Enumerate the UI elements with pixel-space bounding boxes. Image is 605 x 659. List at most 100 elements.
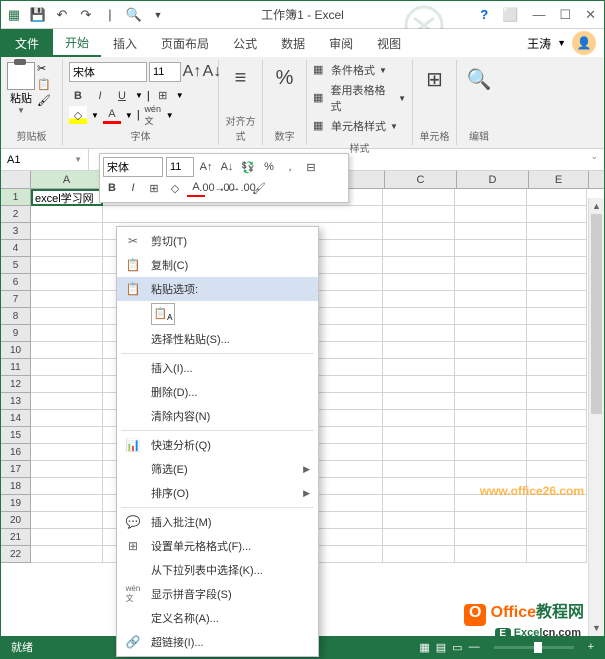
- ctx-insert[interactable]: 插入(I)...: [117, 356, 318, 380]
- cell-e7[interactable]: [527, 291, 587, 308]
- row-header-10[interactable]: 10: [1, 342, 31, 359]
- cell-d15[interactable]: [455, 427, 527, 444]
- cell-a6[interactable]: [31, 274, 103, 291]
- cell-e3[interactable]: [527, 223, 587, 240]
- find-icon[interactable]: 🔍: [467, 67, 492, 92]
- view-normal-icon[interactable]: ▦: [419, 641, 429, 654]
- cell-a18[interactable]: [31, 478, 103, 495]
- row-header-1[interactable]: 1: [1, 189, 31, 206]
- cell-e21[interactable]: [527, 529, 587, 546]
- ctx-copy[interactable]: 📋复制(C): [117, 253, 318, 277]
- row-header-6[interactable]: 6: [1, 274, 31, 291]
- mini-accounting-icon[interactable]: 💱: [239, 158, 257, 176]
- row-header-9[interactable]: 9: [1, 325, 31, 342]
- cell-a13[interactable]: [31, 393, 103, 410]
- cell-e2[interactable]: [527, 206, 587, 223]
- cell-a5[interactable]: [31, 257, 103, 274]
- cell-e4[interactable]: [527, 240, 587, 257]
- mini-merge-icon[interactable]: ⊟: [302, 158, 320, 176]
- cell-d7[interactable]: [455, 291, 527, 308]
- cell-e11[interactable]: [527, 359, 587, 376]
- mini-border-button[interactable]: ⊞: [145, 179, 163, 197]
- ctx-pick-from-list[interactable]: 从下拉列表中选择(K)...: [117, 558, 318, 582]
- row-header-8[interactable]: 8: [1, 308, 31, 325]
- row-header-2[interactable]: 2: [1, 206, 31, 223]
- increase-font-icon[interactable]: A↑: [183, 63, 201, 81]
- col-header-a[interactable]: A: [31, 171, 103, 188]
- row-header-20[interactable]: 20: [1, 512, 31, 529]
- copy-icon[interactable]: 📋: [37, 78, 51, 91]
- scroll-up-icon[interactable]: ▲: [589, 198, 604, 214]
- cell-d12[interactable]: [455, 376, 527, 393]
- cell-a1[interactable]: excel学习网: [31, 189, 103, 206]
- cell-d11[interactable]: [455, 359, 527, 376]
- col-header-c[interactable]: C: [385, 171, 457, 188]
- cell-e10[interactable]: [527, 342, 587, 359]
- zoom-out-icon[interactable]: —: [469, 641, 480, 653]
- cell-c19[interactable]: [383, 495, 455, 512]
- cell-e8[interactable]: [527, 308, 587, 325]
- ctx-cut[interactable]: ✂剪切(T): [117, 229, 318, 253]
- cell-e12[interactable]: [527, 376, 587, 393]
- mini-increase-font-icon[interactable]: A↑: [197, 158, 215, 176]
- paste-button[interactable]: 粘贴 ▼: [7, 62, 35, 115]
- row-header-4[interactable]: 4: [1, 240, 31, 257]
- cell-d22[interactable]: [455, 546, 527, 563]
- format-painter-icon[interactable]: 🖌: [37, 94, 51, 107]
- paste-option-default[interactable]: 📋A: [151, 303, 175, 325]
- row-header-5[interactable]: 5: [1, 257, 31, 274]
- cell-d20[interactable]: [455, 512, 527, 529]
- cell-a19[interactable]: [31, 495, 103, 512]
- cell-c9[interactable]: [383, 325, 455, 342]
- cell-a8[interactable]: [31, 308, 103, 325]
- tab-review[interactable]: 审阅: [317, 29, 365, 57]
- cell-d16[interactable]: [455, 444, 527, 461]
- cell-e22[interactable]: [527, 546, 587, 563]
- view-pagelayout-icon[interactable]: ▤: [436, 641, 446, 654]
- tab-data[interactable]: 数据: [269, 29, 317, 57]
- cell-d17[interactable]: [455, 461, 527, 478]
- cell-d6[interactable]: [455, 274, 527, 291]
- cell-c5[interactable]: [383, 257, 455, 274]
- tab-view[interactable]: 视图: [365, 29, 413, 57]
- cell-e16[interactable]: [527, 444, 587, 461]
- cell-c14[interactable]: [383, 410, 455, 427]
- ctx-format-cells[interactable]: ⊞设置单元格格式(F)...: [117, 534, 318, 558]
- redo-icon[interactable]: ↷: [78, 7, 94, 23]
- cell-e17[interactable]: [527, 461, 587, 478]
- cell-a14[interactable]: [31, 410, 103, 427]
- cell-c20[interactable]: [383, 512, 455, 529]
- cell-e6[interactable]: [527, 274, 587, 291]
- cell-a12[interactable]: [31, 376, 103, 393]
- cell-a4[interactable]: [31, 240, 103, 257]
- italic-button[interactable]: I: [91, 87, 109, 105]
- mini-font-size[interactable]: [166, 157, 194, 177]
- mini-percent-icon[interactable]: %: [260, 158, 278, 176]
- cell-a3[interactable]: [31, 223, 103, 240]
- row-header-11[interactable]: 11: [1, 359, 31, 376]
- save-icon[interactable]: 💾: [30, 7, 46, 23]
- ctx-paste-options[interactable]: 📋粘贴选项:: [117, 277, 318, 301]
- help-icon[interactable]: ?: [480, 7, 488, 23]
- cell-e20[interactable]: [527, 512, 587, 529]
- ctx-filter[interactable]: 筛选(E)▶: [117, 457, 318, 481]
- cell-c13[interactable]: [383, 393, 455, 410]
- view-pagebreak-icon[interactable]: ▭: [452, 641, 462, 654]
- cell-a10[interactable]: [31, 342, 103, 359]
- ctx-hyperlink[interactable]: 🔗超链接(I)...: [117, 630, 318, 654]
- cell-c2[interactable]: [383, 206, 455, 223]
- cell-c16[interactable]: [383, 444, 455, 461]
- row-header-19[interactable]: 19: [1, 495, 31, 512]
- cell-b2[interactable]: [103, 206, 383, 223]
- row-header-12[interactable]: 12: [1, 376, 31, 393]
- cell-a16[interactable]: [31, 444, 103, 461]
- cell-c3[interactable]: [383, 223, 455, 240]
- tab-pagelayout[interactable]: 页面布局: [149, 29, 221, 57]
- print-preview-icon[interactable]: 🔍: [126, 7, 142, 23]
- mini-bold-button[interactable]: B: [103, 179, 121, 197]
- cell-d21[interactable]: [455, 529, 527, 546]
- cell-e15[interactable]: [527, 427, 587, 444]
- row-header-14[interactable]: 14: [1, 410, 31, 427]
- ctx-show-phonetic[interactable]: wén文显示拼音字段(S): [117, 582, 318, 606]
- cell-d3[interactable]: [455, 223, 527, 240]
